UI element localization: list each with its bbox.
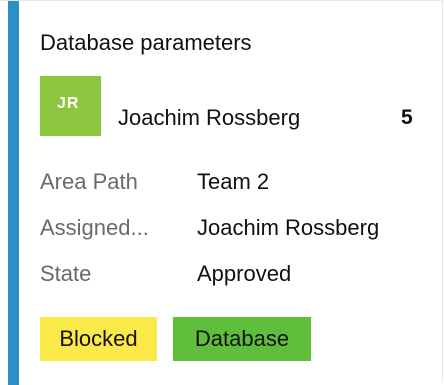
field-value-assigned-to[interactable]: Joachim Rossberg — [197, 213, 379, 243]
work-item-card[interactable]: Database parameters JR Joachim Rossberg … — [0, 0, 443, 385]
avatar: JR — [40, 76, 101, 136]
field-value-area-path[interactable]: Team 2 — [197, 167, 269, 197]
field-label-assigned-to: Assigned... — [40, 215, 149, 240]
card-accent-bar — [8, 1, 19, 385]
field-value-state[interactable]: Approved — [197, 259, 291, 289]
assignee-name[interactable]: Joachim Rossberg — [118, 104, 300, 132]
tag-database[interactable]: Database — [173, 317, 311, 361]
story-points[interactable]: 5 — [401, 104, 413, 132]
field-label-area-path: Area Path — [40, 169, 138, 194]
field-label-state: State — [40, 261, 92, 286]
tag-blocked[interactable]: Blocked — [40, 317, 157, 361]
card-title[interactable]: Database parameters — [40, 29, 252, 57]
